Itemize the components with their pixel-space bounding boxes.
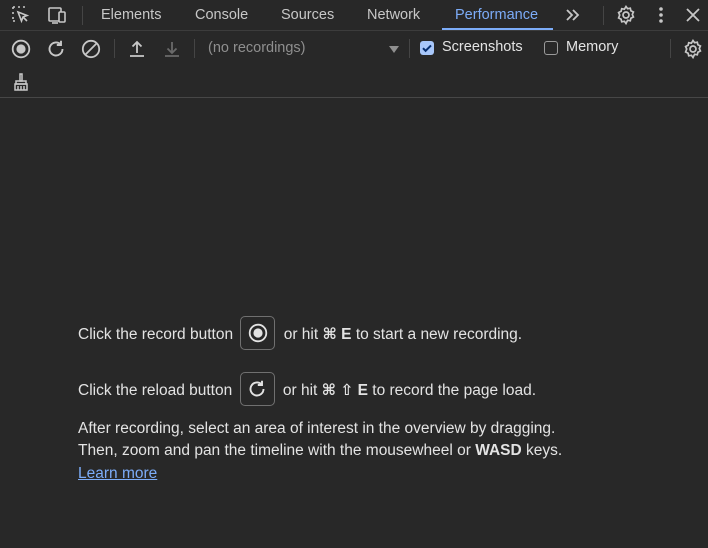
learn-more-link[interactable]: Learn more (78, 465, 157, 482)
reload-instruction-mid: or hit (282, 382, 318, 400)
toolbar-divider-3 (409, 39, 410, 58)
wasd-keys: WASD (475, 442, 522, 459)
tabbar-divider-right (603, 6, 604, 25)
more-options-kebab-icon[interactable] (648, 2, 674, 28)
record-instruction-mid: or hit (283, 326, 319, 344)
recordings-select-value: (no recordings) (208, 40, 306, 56)
hint-line-2-suffix: keys. (526, 442, 563, 459)
tabbar-divider (82, 6, 83, 25)
more-tabs-chevron-icon[interactable] (560, 2, 586, 28)
tab-elements[interactable]: Elements (101, 0, 161, 31)
inline-record-button[interactable] (240, 316, 276, 350)
tab-console[interactable]: Console (195, 0, 248, 31)
screenshots-checkbox[interactable] (420, 41, 434, 55)
close-icon[interactable] (680, 2, 706, 28)
hint-line-2: Then, zoom and pan the timeline with the… (78, 442, 562, 460)
settings-gear-icon[interactable] (613, 2, 639, 28)
memory-label[interactable]: Memory (566, 39, 618, 55)
reload-instruction: Click the reload button or hit ⌘ ⇧ E to … (78, 372, 537, 408)
inline-reload-button[interactable] (239, 372, 275, 406)
record-button-icon[interactable] (8, 36, 34, 62)
record-shortcut-keys: ⌘ E (322, 326, 352, 344)
learn-more-row: Learn more (78, 465, 157, 483)
download-profile-icon[interactable] (159, 36, 185, 62)
record-icon (248, 323, 268, 343)
toolbar-divider-4 (670, 39, 671, 58)
tab-network[interactable]: Network (367, 0, 420, 31)
reload-instruction-suffix: to record the page load. (372, 382, 537, 400)
reload-record-icon[interactable] (43, 36, 69, 62)
reload-icon (249, 380, 265, 397)
record-instruction: Click the record button or hit ⌘ E to st… (78, 316, 523, 352)
toolbar-divider-2 (194, 39, 195, 58)
tab-performance[interactable]: Performance (455, 0, 538, 31)
hint-line-1: After recording, select an area of inter… (78, 420, 555, 438)
garbage-collect-broom-icon[interactable] (8, 69, 34, 95)
memory-checkbox[interactable] (544, 41, 558, 55)
clear-recordings-icon[interactable] (78, 36, 104, 62)
active-tab-indicator (442, 28, 553, 30)
performance-toolbar: (no recordings) Screenshots Memory (0, 31, 708, 98)
record-instruction-prefix: Click the record button (78, 326, 234, 344)
chevron-down-icon (389, 46, 399, 53)
record-instruction-suffix: to start a new recording. (355, 326, 523, 344)
reload-shortcut-keys: ⌘ ⇧ E (321, 382, 368, 400)
toolbar-divider-1 (114, 39, 115, 58)
devtools-tabbar: Elements Console Sources Network Perform… (0, 0, 708, 31)
inspect-element-icon[interactable] (8, 2, 34, 28)
device-toolbar-icon[interactable] (44, 2, 70, 28)
hint-line-2-prefix: Then, zoom and pan the timeline with the… (78, 442, 471, 459)
recordings-select[interactable]: (no recordings) (200, 36, 405, 62)
tab-sources[interactable]: Sources (281, 0, 334, 31)
screenshots-label[interactable]: Screenshots (442, 39, 523, 55)
hint-line-1-text: After recording, select an area of inter… (78, 420, 556, 437)
capture-settings-gear-icon[interactable] (680, 36, 706, 62)
reload-instruction-prefix: Click the reload button (78, 382, 233, 400)
upload-profile-icon[interactable] (124, 36, 150, 62)
